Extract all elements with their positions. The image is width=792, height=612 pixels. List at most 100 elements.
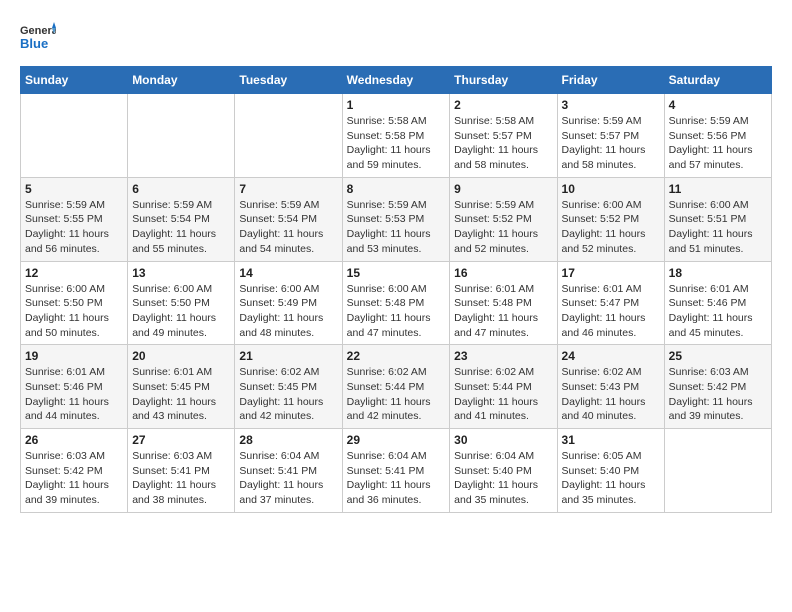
calendar-header-row: SundayMondayTuesdayWednesdayThursdayFrid… (21, 67, 772, 94)
calendar-cell: 24 Sunrise: 6:02 AM Sunset: 5:43 PM Dayli… (557, 345, 664, 429)
calendar-cell: 7 Sunrise: 5:59 AM Sunset: 5:54 PM Daylig… (235, 177, 342, 261)
weekday-header-wednesday: Wednesday (342, 67, 450, 94)
calendar-cell: 4 Sunrise: 5:59 AM Sunset: 5:56 PM Daylig… (664, 94, 771, 178)
day-number: 5 (25, 182, 123, 196)
calendar-week-row: 1 Sunrise: 5:58 AM Sunset: 5:58 PM Daylig… (21, 94, 772, 178)
calendar-cell: 13 Sunrise: 6:00 AM Sunset: 5:50 PM Dayli… (128, 261, 235, 345)
day-number: 19 (25, 349, 123, 363)
day-number: 21 (239, 349, 337, 363)
calendar-cell: 26 Sunrise: 6:03 AM Sunset: 5:42 PM Dayli… (21, 429, 128, 513)
day-info: Sunrise: 5:58 AM Sunset: 5:58 PM Dayligh… (347, 114, 446, 173)
weekday-header-thursday: Thursday (450, 67, 557, 94)
day-number: 24 (562, 349, 660, 363)
day-info: Sunrise: 6:03 AM Sunset: 5:42 PM Dayligh… (25, 449, 123, 508)
calendar-cell: 16 Sunrise: 6:01 AM Sunset: 5:48 PM Dayli… (450, 261, 557, 345)
day-info: Sunrise: 6:01 AM Sunset: 5:46 PM Dayligh… (25, 365, 123, 424)
calendar-cell: 19 Sunrise: 6:01 AM Sunset: 5:46 PM Dayli… (21, 345, 128, 429)
day-number: 6 (132, 182, 230, 196)
day-number: 18 (669, 266, 767, 280)
calendar-cell: 10 Sunrise: 6:00 AM Sunset: 5:52 PM Dayli… (557, 177, 664, 261)
day-number: 13 (132, 266, 230, 280)
calendar-cell: 18 Sunrise: 6:01 AM Sunset: 5:46 PM Dayli… (664, 261, 771, 345)
calendar-cell: 27Sunrise: 6:03 AM Sunset: 5:41 PM Dayli… (128, 429, 235, 513)
day-number: 23 (454, 349, 552, 363)
weekday-header-monday: Monday (128, 67, 235, 94)
day-info: Sunrise: 6:05 AM Sunset: 5:40 PM Dayligh… (562, 449, 660, 508)
calendar-cell (128, 94, 235, 178)
day-info: Sunrise: 6:02 AM Sunset: 5:43 PM Dayligh… (562, 365, 660, 424)
day-info: Sunrise: 6:00 AM Sunset: 5:48 PM Dayligh… (347, 282, 446, 341)
calendar-cell: 17Sunrise: 6:01 AM Sunset: 5:47 PM Dayli… (557, 261, 664, 345)
calendar-cell: 30Sunrise: 6:04 AM Sunset: 5:40 PM Dayli… (450, 429, 557, 513)
day-number: 12 (25, 266, 123, 280)
day-info: Sunrise: 5:59 AM Sunset: 5:54 PM Dayligh… (239, 198, 337, 257)
calendar-cell: 12 Sunrise: 6:00 AM Sunset: 5:50 PM Dayli… (21, 261, 128, 345)
calendar-cell: 15 Sunrise: 6:00 AM Sunset: 5:48 PM Dayli… (342, 261, 450, 345)
day-info: Sunrise: 6:00 AM Sunset: 5:49 PM Dayligh… (239, 282, 337, 341)
calendar-cell: 2 Sunrise: 5:58 AM Sunset: 5:57 PM Daylig… (450, 94, 557, 178)
day-number: 31 (562, 433, 660, 447)
day-number: 17 (562, 266, 660, 280)
day-number: 22 (347, 349, 446, 363)
calendar-cell: 5 Sunrise: 5:59 AM Sunset: 5:55 PM Daylig… (21, 177, 128, 261)
day-info: Sunrise: 6:04 AM Sunset: 5:40 PM Dayligh… (454, 449, 552, 508)
calendar-cell: 21Sunrise: 6:02 AM Sunset: 5:45 PM Dayli… (235, 345, 342, 429)
calendar-cell: 20Sunrise: 6:01 AM Sunset: 5:45 PM Dayli… (128, 345, 235, 429)
day-number: 9 (454, 182, 552, 196)
calendar-cell: 22 Sunrise: 6:02 AM Sunset: 5:44 PM Dayli… (342, 345, 450, 429)
day-info: Sunrise: 6:00 AM Sunset: 5:52 PM Dayligh… (562, 198, 660, 257)
weekday-header-tuesday: Tuesday (235, 67, 342, 94)
day-info: Sunrise: 6:03 AM Sunset: 5:42 PM Dayligh… (669, 365, 767, 424)
day-number: 10 (562, 182, 660, 196)
day-number: 7 (239, 182, 337, 196)
day-number: 4 (669, 98, 767, 112)
day-info: Sunrise: 6:04 AM Sunset: 5:41 PM Dayligh… (239, 449, 337, 508)
weekday-header-friday: Friday (557, 67, 664, 94)
day-number: 3 (562, 98, 660, 112)
day-info: Sunrise: 6:00 AM Sunset: 5:50 PM Dayligh… (25, 282, 123, 341)
day-info: Sunrise: 6:02 AM Sunset: 5:44 PM Dayligh… (347, 365, 446, 424)
weekday-header-saturday: Saturday (664, 67, 771, 94)
day-info: Sunrise: 6:01 AM Sunset: 5:48 PM Dayligh… (454, 282, 552, 341)
calendar-week-row: 5 Sunrise: 5:59 AM Sunset: 5:55 PM Daylig… (21, 177, 772, 261)
calendar-week-row: 26 Sunrise: 6:03 AM Sunset: 5:42 PM Dayli… (21, 429, 772, 513)
calendar-cell: 28 Sunrise: 6:04 AM Sunset: 5:41 PM Dayli… (235, 429, 342, 513)
calendar-cell (235, 94, 342, 178)
day-info: Sunrise: 5:59 AM Sunset: 5:52 PM Dayligh… (454, 198, 552, 257)
day-info: Sunrise: 5:59 AM Sunset: 5:53 PM Dayligh… (347, 198, 446, 257)
calendar-cell: 11 Sunrise: 6:00 AM Sunset: 5:51 PM Dayli… (664, 177, 771, 261)
day-info: Sunrise: 5:58 AM Sunset: 5:57 PM Dayligh… (454, 114, 552, 173)
day-info: Sunrise: 5:59 AM Sunset: 5:57 PM Dayligh… (562, 114, 660, 173)
day-info: Sunrise: 6:00 AM Sunset: 5:51 PM Dayligh… (669, 198, 767, 257)
day-info: Sunrise: 5:59 AM Sunset: 5:55 PM Dayligh… (25, 198, 123, 257)
calendar-cell: 14Sunrise: 6:00 AM Sunset: 5:49 PM Dayli… (235, 261, 342, 345)
day-number: 1 (347, 98, 446, 112)
calendar-cell: 29 Sunrise: 6:04 AM Sunset: 5:41 PM Dayli… (342, 429, 450, 513)
calendar-cell: 23 Sunrise: 6:02 AM Sunset: 5:44 PM Dayli… (450, 345, 557, 429)
logo-icon: General Blue (20, 20, 56, 56)
day-number: 26 (25, 433, 123, 447)
day-number: 27 (132, 433, 230, 447)
day-number: 15 (347, 266, 446, 280)
day-info: Sunrise: 5:59 AM Sunset: 5:56 PM Dayligh… (669, 114, 767, 173)
day-number: 20 (132, 349, 230, 363)
day-info: Sunrise: 6:04 AM Sunset: 5:41 PM Dayligh… (347, 449, 446, 508)
day-info: Sunrise: 6:00 AM Sunset: 5:50 PM Dayligh… (132, 282, 230, 341)
day-number: 8 (347, 182, 446, 196)
day-number: 29 (347, 433, 446, 447)
day-number: 28 (239, 433, 337, 447)
day-number: 11 (669, 182, 767, 196)
calendar-week-row: 19 Sunrise: 6:01 AM Sunset: 5:46 PM Dayli… (21, 345, 772, 429)
day-number: 2 (454, 98, 552, 112)
day-number: 16 (454, 266, 552, 280)
weekday-header-sunday: Sunday (21, 67, 128, 94)
logo: General Blue (20, 20, 56, 56)
calendar-cell: 25Sunrise: 6:03 AM Sunset: 5:42 PM Dayli… (664, 345, 771, 429)
svg-text:Blue: Blue (20, 36, 48, 51)
day-info: Sunrise: 6:02 AM Sunset: 5:44 PM Dayligh… (454, 365, 552, 424)
calendar-cell: 3 Sunrise: 5:59 AM Sunset: 5:57 PM Daylig… (557, 94, 664, 178)
day-info: Sunrise: 6:01 AM Sunset: 5:46 PM Dayligh… (669, 282, 767, 341)
calendar-cell: 8 Sunrise: 5:59 AM Sunset: 5:53 PM Daylig… (342, 177, 450, 261)
calendar-cell (664, 429, 771, 513)
calendar-cell (21, 94, 128, 178)
